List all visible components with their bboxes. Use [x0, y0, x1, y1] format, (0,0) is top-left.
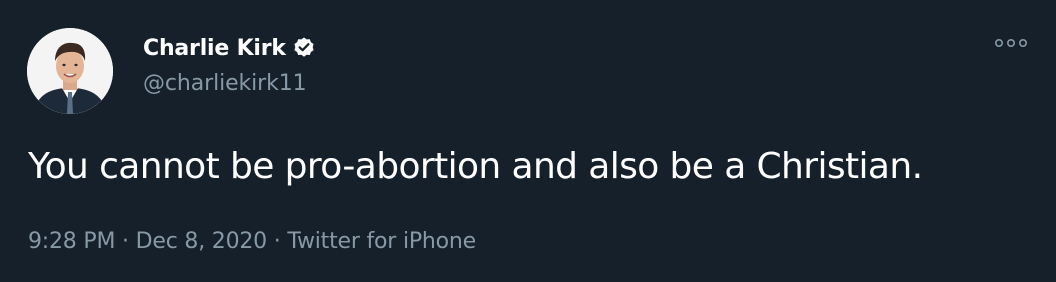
author-name-row: Charlie Kirk	[143, 30, 316, 66]
author-handle[interactable]: @charliekirk11	[143, 71, 307, 96]
tweet-time: 9:28 PM	[28, 229, 116, 254]
profile-photo-icon	[27, 28, 113, 114]
tweet-timestamp-link[interactable]: 9:28 PM · Dec 8, 2020	[28, 229, 267, 254]
meta-separator: ·	[122, 229, 129, 254]
meta-separator: ·	[273, 229, 281, 254]
tweet-metadata: 9:28 PM · Dec 8, 2020 · Twitter for iPho…	[28, 229, 476, 254]
tweet-source-link[interactable]: Twitter for iPhone	[287, 229, 476, 254]
tweet-text: You cannot be pro-abortion and also be a…	[28, 146, 923, 187]
more-options-button[interactable]	[991, 30, 1031, 56]
avatar[interactable]	[27, 28, 113, 114]
tweet-card: Charlie Kirk @charliekirk11 You cannot b…	[0, 0, 1056, 282]
tweet-date: Dec 8, 2020	[135, 229, 268, 254]
display-name[interactable]: Charlie Kirk	[143, 36, 286, 61]
more-options-icon	[994, 38, 1027, 48]
verified-badge-icon	[292, 36, 316, 60]
